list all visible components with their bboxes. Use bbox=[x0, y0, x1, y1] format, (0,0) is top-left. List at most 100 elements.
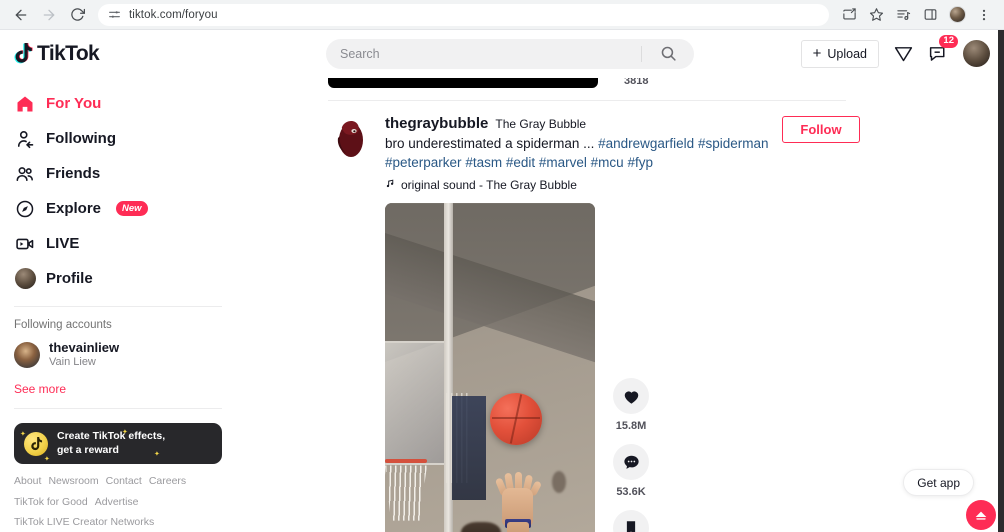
compass-icon bbox=[14, 199, 36, 219]
feed: 3818 thegraybubble The Gray Bubble bro u… bbox=[240, 78, 1004, 532]
previous-post-count: 3818 bbox=[624, 78, 649, 87]
tiktok-logo[interactable]: TikTok bbox=[14, 41, 100, 66]
footer-link[interactable]: Careers bbox=[149, 475, 186, 488]
browser-profile-avatar[interactable] bbox=[945, 3, 969, 27]
sidebar-label: Following bbox=[46, 130, 116, 147]
send-icon[interactable] bbox=[893, 43, 914, 64]
upload-button[interactable]: + Upload bbox=[800, 39, 879, 68]
footer-link[interactable]: About bbox=[14, 475, 41, 488]
footer-row-1: About Newsroom Contact Careers bbox=[14, 475, 222, 488]
avatar[interactable] bbox=[328, 114, 372, 158]
hashtag[interactable]: #fyp bbox=[627, 155, 653, 170]
sparkle-icon: ✦ bbox=[44, 456, 50, 463]
bookmark-star-icon[interactable] bbox=[864, 3, 888, 27]
hashtag[interactable]: #spiderman bbox=[698, 136, 769, 151]
sidebar-item-for-you[interactable]: For You bbox=[10, 86, 226, 121]
sidebar-item-following[interactable]: Following bbox=[10, 121, 226, 156]
footer-row-3: TikTok LIVE Creator Networks bbox=[14, 517, 222, 529]
cast-icon[interactable] bbox=[837, 3, 861, 27]
author-username[interactable]: thegraybubble bbox=[385, 115, 488, 132]
author-nickname: The Gray Bubble bbox=[495, 117, 587, 131]
search-input[interactable] bbox=[326, 46, 641, 61]
sidebar: For You Following Friends Explore New LI… bbox=[0, 78, 240, 532]
sidebar-divider-2 bbox=[14, 408, 222, 409]
menu-dots-icon[interactable] bbox=[972, 3, 996, 27]
list-item[interactable]: thevainliew Vain Liew bbox=[10, 337, 226, 373]
like-button[interactable] bbox=[613, 378, 649, 415]
sparkle-icon: ✦ bbox=[20, 431, 26, 438]
footer-row-2: TikTok for Good Advertise bbox=[14, 496, 222, 509]
message-icon[interactable]: 12 bbox=[928, 35, 958, 64]
search-bar[interactable] bbox=[326, 38, 694, 69]
video-rim bbox=[385, 458, 427, 463]
music-label: original sound - The Gray Bubble bbox=[401, 177, 577, 192]
video-player[interactable] bbox=[385, 203, 595, 532]
sidebar-item-explore[interactable]: Explore New bbox=[10, 191, 226, 226]
tiktok-note-icon bbox=[14, 42, 33, 64]
post-caption: bro underestimated a spiderman ... #andr… bbox=[385, 135, 782, 172]
reload-icon[interactable] bbox=[64, 2, 90, 28]
music-row[interactable]: original sound - The Gray Bubble bbox=[385, 177, 782, 192]
scroll-to-top-icon[interactable] bbox=[966, 500, 996, 530]
video-dark-panel bbox=[452, 396, 486, 500]
see-more-link[interactable]: See more bbox=[10, 373, 226, 396]
account-display-name: Vain Liew bbox=[49, 356, 96, 369]
sidebar-item-live[interactable]: LIVE bbox=[10, 226, 226, 261]
comment-count: 53.6K bbox=[616, 486, 646, 499]
sidebar-label: Explore bbox=[46, 200, 102, 217]
tiktok-coin-icon bbox=[24, 431, 48, 456]
video-basketball bbox=[490, 393, 542, 445]
back-arrow-icon[interactable] bbox=[8, 2, 34, 28]
footer-links: About Newsroom Contact Careers TikTok fo… bbox=[10, 464, 226, 529]
comment-button[interactable] bbox=[613, 444, 649, 481]
forward-arrow-icon[interactable] bbox=[36, 2, 62, 28]
profile-avatar-icon bbox=[14, 268, 36, 289]
user-avatar[interactable] bbox=[963, 40, 990, 67]
get-app-button[interactable]: Get app bbox=[903, 469, 974, 496]
previous-video-thumbnail[interactable] bbox=[328, 78, 598, 88]
footer-link[interactable]: Newsroom bbox=[48, 475, 98, 488]
reading-list-icon[interactable] bbox=[891, 3, 915, 27]
page-scrollbar[interactable] bbox=[998, 30, 1004, 532]
hashtag[interactable]: #edit bbox=[506, 155, 535, 170]
sparkle-icon: ✦ bbox=[154, 451, 160, 458]
tiktok-header: TikTok + Upload 12 bbox=[0, 30, 1004, 78]
live-video-icon bbox=[14, 234, 36, 254]
footer-link[interactable]: Contact bbox=[106, 475, 142, 488]
footer-link[interactable]: TikTok LIVE Creator Networks bbox=[14, 517, 154, 529]
footer-link[interactable]: TikTok for Good bbox=[14, 496, 88, 509]
video-hand bbox=[495, 443, 543, 532]
hashtag[interactable]: #mcu bbox=[591, 155, 624, 170]
address-bar[interactable]: tiktok.com/foryou bbox=[98, 3, 829, 26]
hashtag[interactable]: #marvel bbox=[539, 155, 587, 170]
feed-divider bbox=[328, 100, 846, 101]
promo-line-1: Create TikTok effects, bbox=[57, 430, 166, 443]
post-action-rail: 15.8M 53.6K bbox=[613, 378, 649, 532]
explore-new-badge: New bbox=[116, 201, 148, 216]
feed-post: thegraybubble The Gray Bubble bro undere… bbox=[328, 114, 1004, 532]
like-count: 15.8M bbox=[615, 420, 647, 433]
tune-icon[interactable] bbox=[108, 8, 121, 21]
tiktok-wordmark: TikTok bbox=[37, 41, 100, 65]
footer-link[interactable]: Advertise bbox=[95, 496, 139, 509]
header-actions: + Upload 12 bbox=[800, 35, 990, 68]
hashtag[interactable]: #tasm bbox=[465, 155, 502, 170]
author-line: thegraybubble The Gray Bubble bbox=[385, 115, 782, 132]
browser-actions bbox=[837, 3, 996, 27]
side-panel-icon[interactable] bbox=[918, 3, 942, 27]
sidebar-item-profile[interactable]: Profile bbox=[10, 261, 226, 296]
video-backboard bbox=[385, 341, 448, 466]
sidebar-item-friends[interactable]: Friends bbox=[10, 156, 226, 191]
friends-icon bbox=[14, 164, 36, 184]
caption-text: bro underestimated a spiderman ... bbox=[385, 136, 599, 151]
sidebar-label: Friends bbox=[46, 165, 101, 182]
create-effects-promo-card[interactable]: ✦ ✦ ✦ ✦ Create TikTok effects, get a rew… bbox=[14, 423, 222, 464]
hashtag[interactable]: #andrewgarfield bbox=[598, 136, 694, 151]
account-username: thevainliew bbox=[49, 340, 120, 355]
search-icon[interactable] bbox=[642, 39, 694, 69]
follow-button[interactable]: Follow bbox=[782, 116, 860, 143]
hashtag[interactable]: #peterparker bbox=[385, 155, 462, 170]
bookmark-button[interactable] bbox=[613, 510, 649, 532]
sidebar-label: Profile bbox=[46, 270, 93, 287]
following-person-icon bbox=[14, 129, 36, 149]
